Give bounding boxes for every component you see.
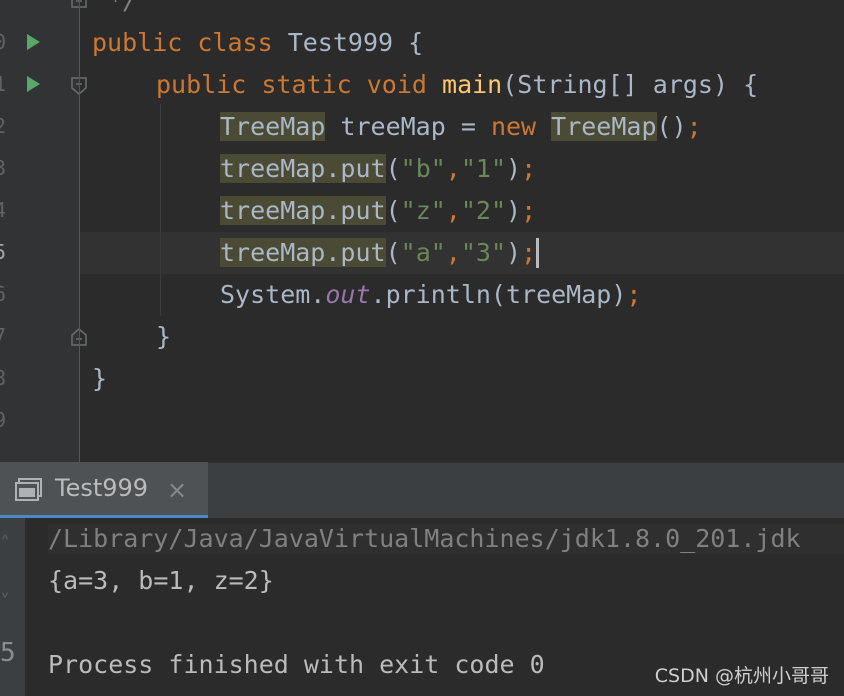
keyword: static — [261, 70, 352, 99]
method-call: treeMap.put — [220, 238, 386, 267]
console-toolbar: ˄ ˅ 5 — [0, 518, 25, 696]
keyword: void — [366, 70, 427, 99]
wrap-icon[interactable]: 5 — [0, 638, 16, 668]
type-name: TreeMap — [220, 112, 326, 141]
up-arrow-icon[interactable]: ˄ — [0, 532, 10, 556]
string-literal: "3" — [460, 238, 507, 267]
code-line-put: treeMap.put("z","2"); — [220, 196, 537, 225]
line-number: 8 — [0, 366, 7, 390]
tab-label: Test999 — [55, 474, 149, 502]
string-literal: "1" — [460, 154, 507, 183]
line-number: 1 — [0, 72, 7, 96]
line-number-current: 5 — [0, 240, 7, 264]
run-class-icon[interactable] — [27, 34, 40, 50]
console-icon — [15, 478, 43, 506]
constructor-name: TreeMap — [551, 112, 657, 141]
method-name: main — [442, 70, 503, 99]
console-output-line: {a=3, b=1, z=2} — [48, 566, 274, 595]
keyword: new — [490, 112, 537, 141]
gutter-divider — [79, 0, 80, 462]
indent-guide — [160, 104, 161, 316]
string-literal: "a" — [400, 238, 446, 267]
method-call: treeMap.put — [220, 154, 386, 183]
down-arrow-icon[interactable]: ˅ — [0, 590, 10, 614]
keyword: public — [92, 28, 183, 57]
string-literal: "z" — [400, 196, 446, 225]
tab-test999[interactable]: Test999 × — [0, 462, 208, 518]
text-caret — [536, 238, 540, 268]
run-main-icon[interactable] — [27, 76, 40, 92]
class-name: Test999 — [287, 28, 394, 57]
code-line-main: public static void main(String[] args) { — [156, 70, 758, 100]
code-editor[interactable]: 0 1 2 3 4 5 6 7 8 9 */ public class Test… — [0, 0, 844, 462]
close-icon[interactable]: × — [167, 476, 187, 504]
watermark: CSDN @杭州小哥哥 — [654, 665, 829, 687]
console-command-line: /Library/Java/JavaVirtualMachines/jdk1.8… — [48, 524, 844, 554]
method-call: treeMap.put — [220, 196, 386, 225]
line-number: 3 — [0, 156, 7, 180]
code-line-decl: TreeMap treeMap = new TreeMap(); — [220, 112, 702, 141]
comment-tail: */ — [108, 0, 139, 15]
line-number: 6 — [0, 282, 7, 306]
static-field: out — [325, 280, 371, 309]
code-line-close-class: } — [92, 364, 108, 393]
keyword: public — [156, 70, 247, 99]
console-exit-line: Process finished with exit code 0 — [48, 650, 545, 679]
line-number: 2 — [0, 114, 7, 138]
line-number: 0 — [0, 30, 7, 54]
line-number: 9 — [0, 408, 7, 432]
code-line-put: treeMap.put("b","1"); — [220, 154, 537, 183]
keyword: class — [197, 28, 273, 57]
params: (String[] args) — [502, 70, 729, 99]
brace: { — [408, 28, 424, 57]
code-line-close-main: } — [156, 322, 172, 351]
code-line-class: public class Test999 { — [92, 28, 423, 58]
string-literal: "2" — [460, 196, 507, 225]
line-number: 4 — [0, 198, 7, 222]
code-line-print: System.out.println(treeMap); — [220, 280, 642, 309]
code-line-put: treeMap.put("a","3"); — [220, 238, 540, 268]
brace: { — [743, 70, 759, 99]
editor-gutter: 0 1 2 3 4 5 6 7 8 9 — [0, 0, 87, 462]
line-number: 7 — [0, 324, 7, 348]
string-literal: "b" — [400, 154, 446, 183]
